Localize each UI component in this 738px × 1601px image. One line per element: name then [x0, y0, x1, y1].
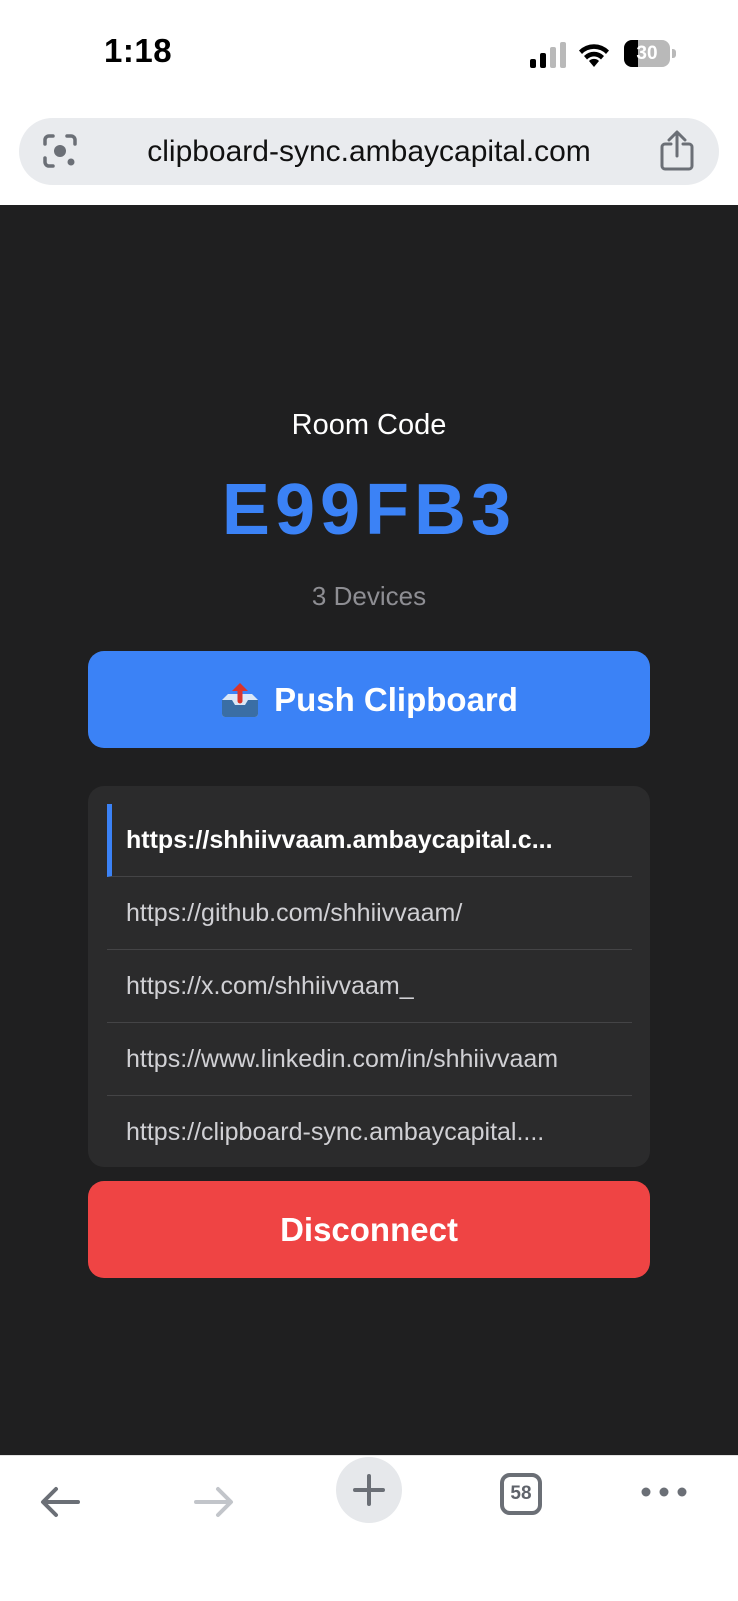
- history-item[interactable]: https://github.com/shhiivvaam/: [107, 877, 632, 950]
- new-tab-button[interactable]: [336, 1457, 402, 1523]
- push-clipboard-label: Push Clipboard: [274, 680, 518, 718]
- history-item[interactable]: https://x.com/shhiivvaam_: [107, 950, 632, 1023]
- room-code-label: Room Code: [291, 409, 447, 441]
- wifi-icon: [579, 44, 609, 67]
- more-icon[interactable]: [640, 1482, 688, 1502]
- outbox-tray-icon: [222, 682, 259, 717]
- share-icon[interactable]: [659, 130, 695, 172]
- web-content: Room Code E99FB3 3 Devices Push Clipboar…: [0, 205, 738, 1455]
- battery-icon: 30: [624, 40, 676, 67]
- history-item[interactable]: https://www.linkedin.com/in/shhiivvaam: [107, 1023, 632, 1096]
- battery-level: 30: [636, 43, 658, 64]
- address-bar[interactable]: clipboard-sync.ambaycapital.com: [19, 118, 719, 185]
- lens-icon[interactable]: [41, 132, 79, 170]
- device-count: 3 Devices: [311, 581, 427, 611]
- clipboard-history-list: https://shhiivvaam.ambaycapital.c... htt…: [88, 786, 650, 1167]
- forward-arrow-icon[interactable]: [190, 1478, 238, 1526]
- history-item-active[interactable]: https://shhiivvaam.ambaycapital.c...: [107, 804, 632, 877]
- room-code: E99FB3: [221, 470, 517, 550]
- status-bar: 1:18 30: [0, 0, 738, 110]
- url-text[interactable]: clipboard-sync.ambaycapital.com: [99, 118, 639, 185]
- back-arrow-icon[interactable]: [36, 1478, 84, 1526]
- new-tab-plus-icon: [353, 1474, 385, 1506]
- disconnect-button[interactable]: Disconnect: [88, 1181, 650, 1278]
- tabs-button[interactable]: 58: [500, 1473, 542, 1515]
- history-item[interactable]: https://clipboard-sync.ambaycapital....: [107, 1096, 632, 1167]
- push-clipboard-button[interactable]: Push Clipboard: [88, 651, 650, 748]
- status-time: 1:18: [104, 32, 173, 69]
- cellular-signal-icon: [530, 42, 566, 68]
- browser-toolbar: 58: [0, 1455, 738, 1601]
